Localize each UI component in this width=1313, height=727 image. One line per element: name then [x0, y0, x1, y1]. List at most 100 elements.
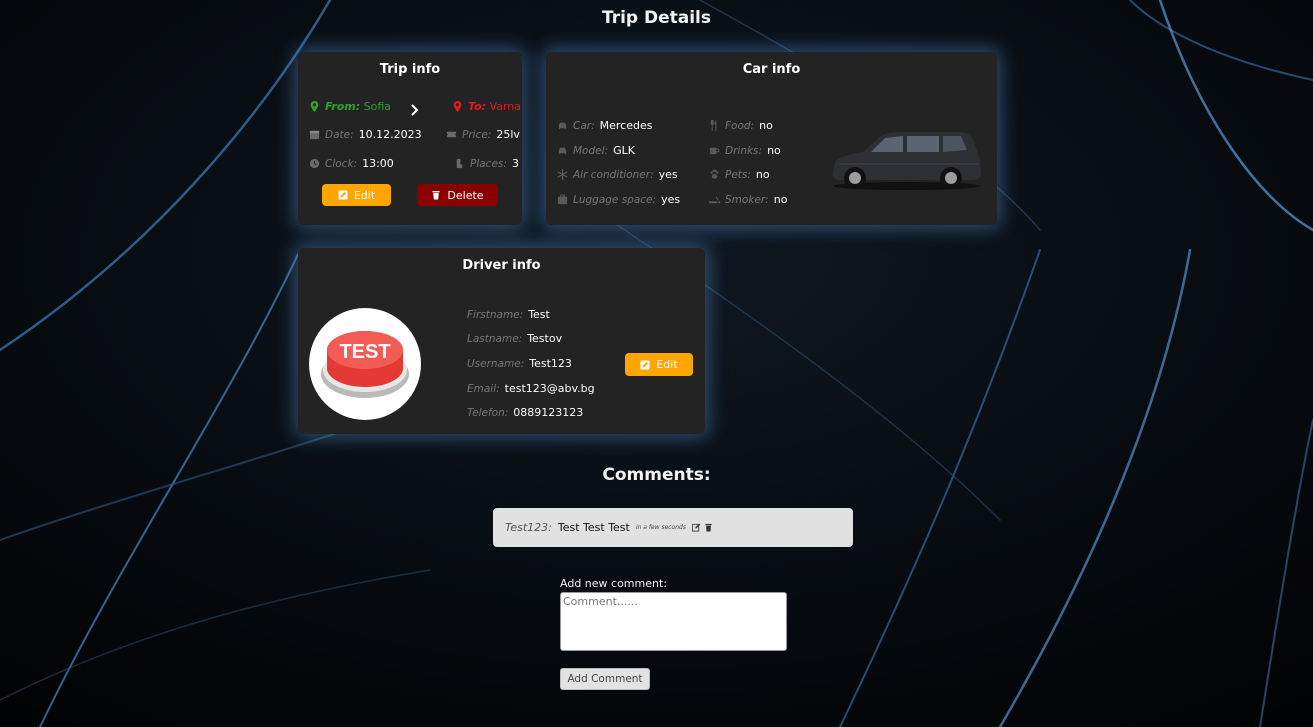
comment-user: Test123:: [505, 521, 552, 534]
phone-label: Telefon:: [467, 406, 509, 419]
trip-edit-button[interactable]: Edit: [322, 184, 391, 206]
model-label: Model:: [573, 144, 609, 157]
driver-info-title: Driver info: [462, 258, 541, 273]
comment-text: Test Test Test: [557, 521, 630, 534]
map-marker-icon: [308, 101, 320, 113]
trip-from: From: Sofia: [308, 100, 391, 113]
clock-value: 13:00: [362, 157, 394, 170]
car-label: Car:: [573, 119, 595, 132]
ac-value: yes: [658, 168, 678, 181]
add-comment-label: Add new comment:: [560, 577, 667, 590]
model-value: GLK: [613, 144, 635, 157]
car-icon: [556, 145, 568, 157]
car-food: Food: no: [708, 119, 773, 132]
edit-icon: [640, 360, 650, 369]
lastname-label: Lastname:: [467, 332, 523, 345]
edit-icon[interactable]: [691, 523, 701, 532]
smoking-icon: [708, 194, 720, 206]
clock-label: Clock:: [325, 157, 358, 170]
trip-price: Price: 25lv: [445, 128, 520, 141]
car-luggage: Luggage space: yes: [556, 193, 680, 206]
edit-icon: [338, 190, 348, 200]
comments-title: Comments:: [602, 465, 711, 485]
car-drinks: Drinks: no: [708, 144, 781, 157]
trip-edit-label: Edit: [353, 188, 376, 202]
car-smoker: Smoker: no: [708, 193, 787, 206]
car-image: [833, 132, 981, 190]
date-value: 10.12.2023: [358, 128, 422, 141]
trip-places: Places: 3: [453, 157, 519, 170]
driver-info-card: Driver info TEST Firstname: Test Lastnam…: [298, 248, 705, 434]
lastname-value: Testov: [527, 332, 563, 345]
comment-time: in a few seconds: [635, 524, 686, 531]
car-info-card: Car info Car: Mercedes Model: GLK Air co…: [546, 52, 997, 225]
to-value: Varna: [489, 100, 521, 113]
utensils-icon: [708, 120, 720, 132]
ticket-icon: [445, 129, 457, 141]
ac-label: Air conditioner:: [573, 168, 654, 181]
luggage-label: Luggage space:: [573, 193, 657, 206]
price-value: 25lv: [496, 128, 520, 141]
driver-lastname: Lastname: Testov: [467, 332, 562, 345]
from-label: From:: [325, 100, 361, 113]
trip-to: To: Varna: [451, 100, 521, 113]
smoker-value: no: [773, 193, 788, 206]
to-label: To:: [468, 100, 487, 113]
page-title: Trip Details: [601, 8, 712, 28]
luggage-value: yes: [661, 193, 681, 206]
avatar-text: TEST: [339, 341, 390, 363]
date-label: Date:: [325, 128, 354, 141]
from-value: Sofia: [363, 100, 392, 113]
drinks-label: Drinks:: [725, 144, 763, 157]
trip-delete-label: Delete: [447, 188, 484, 202]
food-label: Food:: [725, 119, 755, 132]
comment-textarea[interactable]: [560, 592, 787, 651]
driver-edit-button[interactable]: Edit: [625, 353, 693, 376]
driver-firstname: Firstname: Test: [467, 308, 550, 321]
driver-email: Email: test123@abv.bg: [467, 382, 595, 395]
car-make: Car: Mercedes: [556, 119, 652, 132]
food-value: no: [759, 119, 773, 132]
car-pets: Pets: no: [708, 168, 770, 181]
snowflake-icon: [556, 169, 568, 181]
pets-value: no: [755, 168, 770, 181]
calendar-icon: [308, 129, 320, 141]
trip-info-title: Trip info: [379, 62, 441, 77]
car-info-title: Car info: [742, 62, 801, 77]
email-value: test123@abv.bg: [504, 382, 595, 395]
trip-info-card: Trip info From: Sofia To: Varna Date: 10…: [298, 52, 522, 225]
driver-edit-label: Edit: [656, 358, 678, 371]
username-value: Test123: [529, 357, 572, 370]
driver-phone: Telefon: 0889123123: [467, 406, 583, 419]
car-icon: [556, 120, 568, 132]
car-value: Mercedes: [599, 119, 653, 132]
places-label: Places:: [470, 157, 507, 170]
comment-item: Test123: Test Test Test in a few seconds: [493, 508, 853, 547]
car-ac: Air conditioner: yes: [556, 168, 678, 181]
trip-clock: Clock: 13:00: [308, 157, 394, 170]
places-value: 3: [511, 157, 519, 170]
price-label: Price:: [462, 128, 492, 141]
chevron-right-icon: [410, 101, 420, 120]
avatar: TEST: [309, 308, 421, 420]
smoker-label: Smoker:: [725, 193, 769, 206]
pets-label: Pets:: [725, 168, 751, 181]
firstname-label: Firstname:: [467, 308, 524, 321]
car-model: Model: GLK: [556, 144, 635, 157]
phone-value: 0889123123: [513, 406, 584, 419]
firstname-value: Test: [528, 308, 550, 321]
mug-icon: [708, 145, 720, 157]
trip-delete-button[interactable]: Delete: [417, 184, 498, 206]
username-label: Username:: [467, 357, 525, 370]
add-comment-button[interactable]: Add Comment: [560, 668, 650, 690]
clock-icon: [308, 158, 320, 170]
suitcase-icon: [556, 194, 568, 206]
seat-icon: [453, 158, 465, 170]
trash-icon: [432, 191, 440, 200]
map-marker-icon: [451, 101, 463, 113]
drinks-value: no: [767, 144, 781, 157]
driver-username: Username: Test123: [467, 357, 572, 370]
trash-icon[interactable]: [704, 523, 713, 532]
email-label: Email:: [467, 382, 500, 395]
paw-icon: [708, 169, 720, 181]
